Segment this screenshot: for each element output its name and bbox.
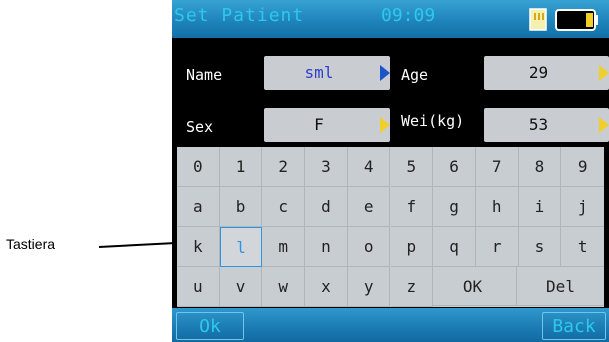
sd-card-icon <box>529 8 547 31</box>
callout-line <box>98 241 181 248</box>
key-u[interactable]: u <box>177 267 220 307</box>
key-v[interactable]: v <box>219 267 263 307</box>
key-j[interactable]: j <box>561 187 604 227</box>
clock: 09:09 <box>381 5 436 26</box>
title-bar: Set Patient 09:09 <box>172 0 609 38</box>
key-m[interactable]: m <box>262 227 306 267</box>
key-y[interactable]: y <box>347 267 391 307</box>
key-g[interactable]: g <box>433 187 476 227</box>
key-3[interactable]: 3 <box>305 147 348 187</box>
key-d[interactable]: d <box>305 187 348 227</box>
key-ok[interactable]: OK <box>429 267 517 306</box>
weight-value: 53 <box>528 115 549 134</box>
key-o[interactable]: o <box>347 227 391 267</box>
age-value: 29 <box>528 63 549 82</box>
key-t[interactable]: t <box>561 227 604 267</box>
bottom-bar: Ok Back <box>172 308 609 342</box>
key-r[interactable]: r <box>475 227 519 267</box>
arrow-right-icon <box>599 65 609 81</box>
key-q[interactable]: q <box>433 227 476 267</box>
key-4[interactable]: 4 <box>347 147 391 187</box>
callout-label: Tastiera <box>6 236 56 252</box>
age-field[interactable]: 29 <box>484 56 609 90</box>
patient-form: Name sml Age 29 Sex F Wei(kg) 53 <box>172 38 609 148</box>
key-i[interactable]: i <box>518 187 562 227</box>
key-9[interactable]: 9 <box>561 147 604 187</box>
key-6[interactable]: 6 <box>433 147 476 187</box>
key-7[interactable]: 7 <box>475 147 519 187</box>
key-s[interactable]: s <box>518 227 562 267</box>
age-label: Age <box>401 66 429 84</box>
key-x[interactable]: x <box>305 267 348 307</box>
device-screen: Set Patient 09:09 Name sml Age 29 Sex F <box>172 0 609 342</box>
key-8[interactable]: 8 <box>518 147 562 187</box>
key-h[interactable]: h <box>475 187 519 227</box>
key-f[interactable]: f <box>390 187 434 227</box>
key-w[interactable]: w <box>262 267 306 307</box>
arrow-right-icon <box>599 117 609 133</box>
key-l[interactable]: l <box>219 227 263 267</box>
arrow-right-icon <box>380 65 390 81</box>
key-b[interactable]: b <box>219 187 263 227</box>
key-n[interactable]: n <box>305 227 348 267</box>
sex-label: Sex <box>186 118 214 136</box>
arrow-right-icon <box>380 117 390 133</box>
sex-value: F <box>314 115 324 134</box>
weight-label: Wei(kg) <box>401 112 465 130</box>
key-c[interactable]: c <box>262 187 306 227</box>
key-e[interactable]: e <box>347 187 391 227</box>
key-k[interactable]: k <box>177 227 220 267</box>
ok-button[interactable]: Ok <box>176 312 244 340</box>
key-del[interactable]: Del <box>517 267 604 306</box>
key-a[interactable]: a <box>177 187 220 227</box>
key-0[interactable]: 0 <box>177 147 220 187</box>
key-z[interactable]: z <box>390 267 434 307</box>
key-2[interactable]: 2 <box>262 147 306 187</box>
screen-title: Set Patient <box>174 5 305 26</box>
keyboard: OK Del 0123456789 abcdefghij klmnopqrst uvw… <box>177 147 604 307</box>
name-value: sml <box>304 63 334 82</box>
name-field[interactable]: sml <box>264 56 390 90</box>
back-button[interactable]: Back <box>542 312 606 340</box>
weight-field[interactable]: 53 <box>484 108 609 142</box>
name-label: Name <box>186 66 223 84</box>
key-1[interactable]: 1 <box>219 147 263 187</box>
key-p[interactable]: p <box>390 227 434 267</box>
sex-field[interactable]: F <box>264 108 390 142</box>
battery-icon <box>555 9 598 31</box>
key-5[interactable]: 5 <box>390 147 434 187</box>
